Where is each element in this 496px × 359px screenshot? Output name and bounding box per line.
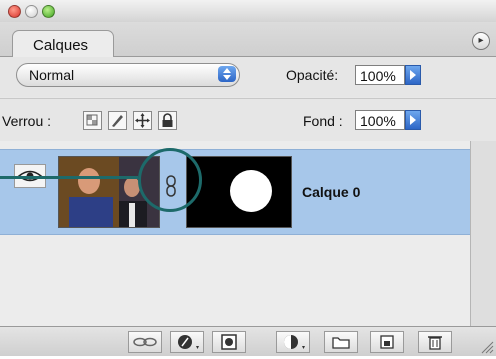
lock-move-icon[interactable] <box>133 111 152 130</box>
adjustment-icon[interactable] <box>276 331 310 353</box>
lock-transparency-icon[interactable] <box>83 111 102 130</box>
lock-row: Verrou : Fond : 100% <box>0 98 496 142</box>
select-stepper-icon <box>218 66 236 82</box>
lock-label: Verrou : <box>2 113 52 129</box>
callout-line <box>0 176 138 179</box>
layers-list: Calque 0 <box>0 141 470 326</box>
opacity-slider-button[interactable] <box>405 65 421 85</box>
close-button[interactable] <box>8 5 21 18</box>
fill-field[interactable]: 100% <box>355 110 405 130</box>
new-layer-icon[interactable] <box>370 331 404 353</box>
layers-panel: Calques ▸ Normal Opacité: 100% Verrou : … <box>0 0 496 356</box>
blend-mode-select[interactable]: Normal <box>16 63 240 87</box>
triangle-menu-icon: ▸ <box>478 35 484 46</box>
panel-menu-button[interactable]: ▸ <box>472 32 490 50</box>
fill-slider-button[interactable] <box>405 110 421 130</box>
opacity-field[interactable]: 100% <box>355 65 405 85</box>
blend-row: Normal Opacité: 100% <box>0 57 496 97</box>
lock-brush-icon[interactable] <box>108 111 127 130</box>
callout-circle <box>138 148 202 212</box>
mask-icon[interactable] <box>212 331 246 353</box>
bottom-toolbar <box>0 326 496 356</box>
tab-strip: Calques ▸ <box>0 22 496 57</box>
lock-all-icon[interactable] <box>158 111 177 130</box>
resize-grip-icon[interactable] <box>480 340 494 354</box>
opacity-label: Opacité: <box>286 67 339 83</box>
trash-icon[interactable] <box>418 331 452 353</box>
folder-icon[interactable] <box>324 331 358 353</box>
minimize-button[interactable] <box>25 5 38 18</box>
layer-mask-thumbnail[interactable] <box>186 156 292 228</box>
layer-name: Calque 0 <box>302 184 361 200</box>
title-bar <box>0 0 496 23</box>
fx-icon[interactable] <box>170 331 204 353</box>
mask-shape <box>230 170 272 212</box>
tab-label: Calques <box>33 37 89 54</box>
blend-mode-value: Normal <box>29 67 75 83</box>
fill-label: Fond : <box>303 113 343 129</box>
zoom-button[interactable] <box>42 5 55 18</box>
tab-calques[interactable]: Calques <box>12 30 114 57</box>
link-icon[interactable] <box>128 331 162 353</box>
layer-row[interactable]: Calque 0 <box>0 149 470 235</box>
scrollbar[interactable] <box>470 141 496 326</box>
